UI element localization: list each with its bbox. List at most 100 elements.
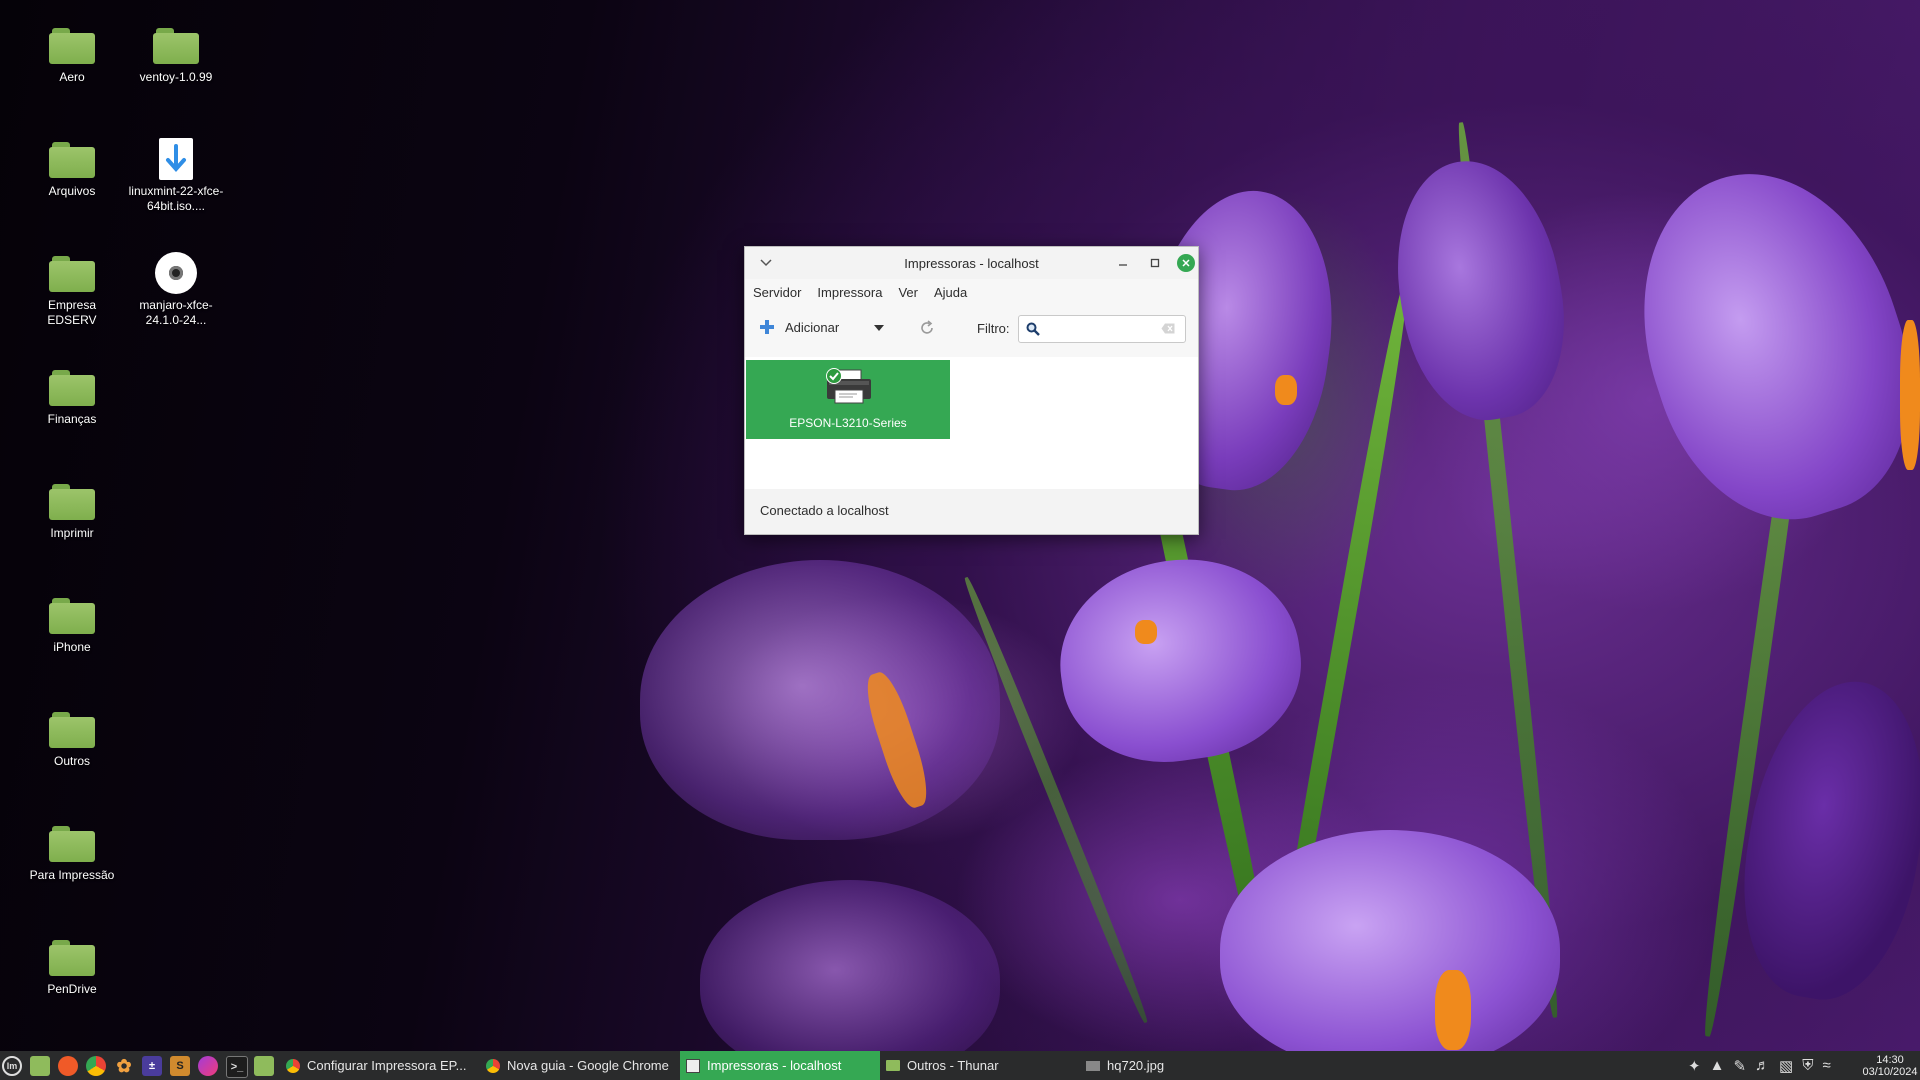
menu-impressora[interactable]: Impressora [817,285,882,300]
color-picker-icon[interactable] [198,1056,218,1076]
maximize-button[interactable] [1146,254,1164,272]
desktop-icon-label: Para Impressão [29,868,115,882]
desktop-icon-iphone[interactable]: iPhone [22,598,122,655]
task-label: hq720.jpg [1107,1058,1165,1073]
show-desktop-icon[interactable] [30,1056,50,1076]
folder-icon [49,712,95,748]
filter-label: Filtro: [977,321,1010,336]
clipboard-icon[interactable]: ✎ [1733,1057,1746,1075]
wallpaper-pistil [1275,375,1297,405]
desktop-icon-outros[interactable]: Outros [22,712,122,769]
wallpaper-flower [1378,148,1582,432]
status-text: Conectado a localhost [760,503,889,518]
printer-name: EPSON-L3210-Series [789,416,907,430]
desktop-icon-label: Imprimir [50,526,94,540]
menu-ver[interactable]: Ver [898,285,918,300]
folder-icon [49,598,95,634]
task-outros-thunar[interactable]: Outros - Thunar [880,1051,1080,1080]
refresh-button[interactable] [917,318,937,341]
wallpaper-pistil [1900,320,1920,470]
task-configurar-impressora[interactable]: Configurar Impressora EP... [280,1051,480,1080]
desktop-icon-label: PenDrive [47,982,97,996]
sublime-text-icon[interactable]: S [170,1056,190,1076]
folder-icon [153,28,199,64]
chrome-icon [486,1058,500,1073]
desktop-icon-label: Arquivos [48,184,96,198]
wallpaper-flower [1047,544,1313,776]
clock[interactable]: 14:30 03/10/2024 [1862,1054,1918,1078]
desktop-icon-linuxmint-iso[interactable]: linuxmint-22-xfce-64bit.iso.... [126,138,226,214]
terminal-icon[interactable]: >_ [226,1056,248,1078]
desktop-icon-label: Aero [59,70,85,84]
battery-icon[interactable]: ▧ [1779,1057,1793,1075]
desktop-icon-label: linuxmint-22-xfce-64bit.iso.... [128,184,224,213]
wallpaper-pistil [1435,970,1471,1050]
image-icon [1086,1060,1100,1071]
search-icon [1026,322,1040,336]
add-button[interactable]: Adicionar [759,319,839,335]
wallpaper-pistil [1135,620,1157,644]
taskbar: lm ✿ ± S >_ Configurar Impressora EP... … [0,1051,1920,1080]
wallpaper-flower [700,880,1000,1051]
task-hq720-jpg[interactable]: hq720.jpg [1080,1051,1280,1080]
desktop-icon-para-impressao[interactable]: Para Impressão [22,826,122,883]
plus-icon [760,320,774,334]
printer-icon [686,1058,700,1073]
desktop-icon-imprimir[interactable]: Imprimir [22,484,122,541]
folder-icon [49,28,95,64]
desktop-icon-aero[interactable]: Aero [22,28,122,85]
close-icon [1182,259,1190,267]
desktop-icon-label: manjaro-xfce-24.1.0-24... [139,298,213,327]
bluetooth-icon[interactable]: ✦ [1688,1057,1701,1075]
task-impressoras-localhost[interactable]: Impressoras - localhost [680,1051,880,1080]
task-label: Configurar Impressora EP... [307,1058,467,1073]
folder-icon [49,484,95,520]
minimize-button[interactable] [1114,254,1132,272]
chrome-icon [286,1058,300,1073]
wifi-icon[interactable]: ≈ [1822,1057,1830,1074]
file-manager-icon[interactable] [254,1056,274,1076]
menu-ajuda[interactable]: Ajuda [934,285,967,300]
volume-icon[interactable]: ♬ [1755,1057,1770,1074]
shrimp-app-icon[interactable]: ✿ [114,1056,134,1076]
desktop-icon-manjaro-iso[interactable]: manjaro-xfce-24.1.0-24... [126,252,226,328]
desktop-icon-financas[interactable]: Finanças [22,370,122,427]
minimize-icon [1119,264,1127,266]
close-button[interactable] [1177,254,1195,272]
task-nova-guia-chrome[interactable]: Nova guia - Google Chrome [480,1051,680,1080]
desktop-icon-label: Finanças [47,412,97,426]
filter-input[interactable] [1045,319,1155,339]
chrome-icon[interactable] [86,1056,106,1076]
task-label: Outros - Thunar [907,1058,999,1073]
filter-input-box [1018,315,1186,343]
desktop-icon-arquivos[interactable]: Arquivos [22,142,122,199]
wallpaper-flower [1220,830,1560,1051]
window-titlebar[interactable]: Impressoras - localhost [745,247,1198,279]
folder-icon [49,142,95,178]
folder-icon [49,940,95,976]
folder-icon [49,256,95,292]
clear-text-icon[interactable] [1161,323,1175,334]
add-dropdown-button[interactable] [871,319,887,337]
task-label: Impressoras - localhost [707,1058,842,1073]
default-check-icon [826,368,842,384]
mint-menu-icon[interactable]: lm [2,1056,22,1076]
menu-bar: Servidor Impressora Ver Ajuda [745,279,1198,305]
desktop-icon-pendrive[interactable]: PenDrive [22,940,122,997]
printer-item-epson[interactable]: EPSON-L3210-Series [746,360,950,439]
desktop-icon-empresa-edserv[interactable]: Empresa EDSERV [22,256,122,328]
notifications-bell-icon[interactable]: ▲ [1710,1057,1725,1074]
system-tray: ✦ ▲ ✎ ♬ ▧ ⛨ ≈ [1688,1051,1831,1080]
refresh-icon [921,320,933,334]
calculator-icon[interactable]: ± [142,1056,162,1076]
printers-list: EPSON-L3210-Series [745,357,1198,489]
status-bar: Conectado a localhost [745,489,1198,534]
desktop-icon-ventoy[interactable]: ventoy-1.0.99 [126,28,226,85]
menu-servidor[interactable]: Servidor [753,285,801,300]
disc-image-icon [155,252,197,294]
caret-down-icon [874,325,884,331]
task-label: Nova guia - Google Chrome [507,1058,669,1073]
shield-icon[interactable]: ⛨ [1802,1057,1813,1074]
firefox-icon[interactable] [58,1056,78,1076]
download-file-icon [159,138,193,180]
